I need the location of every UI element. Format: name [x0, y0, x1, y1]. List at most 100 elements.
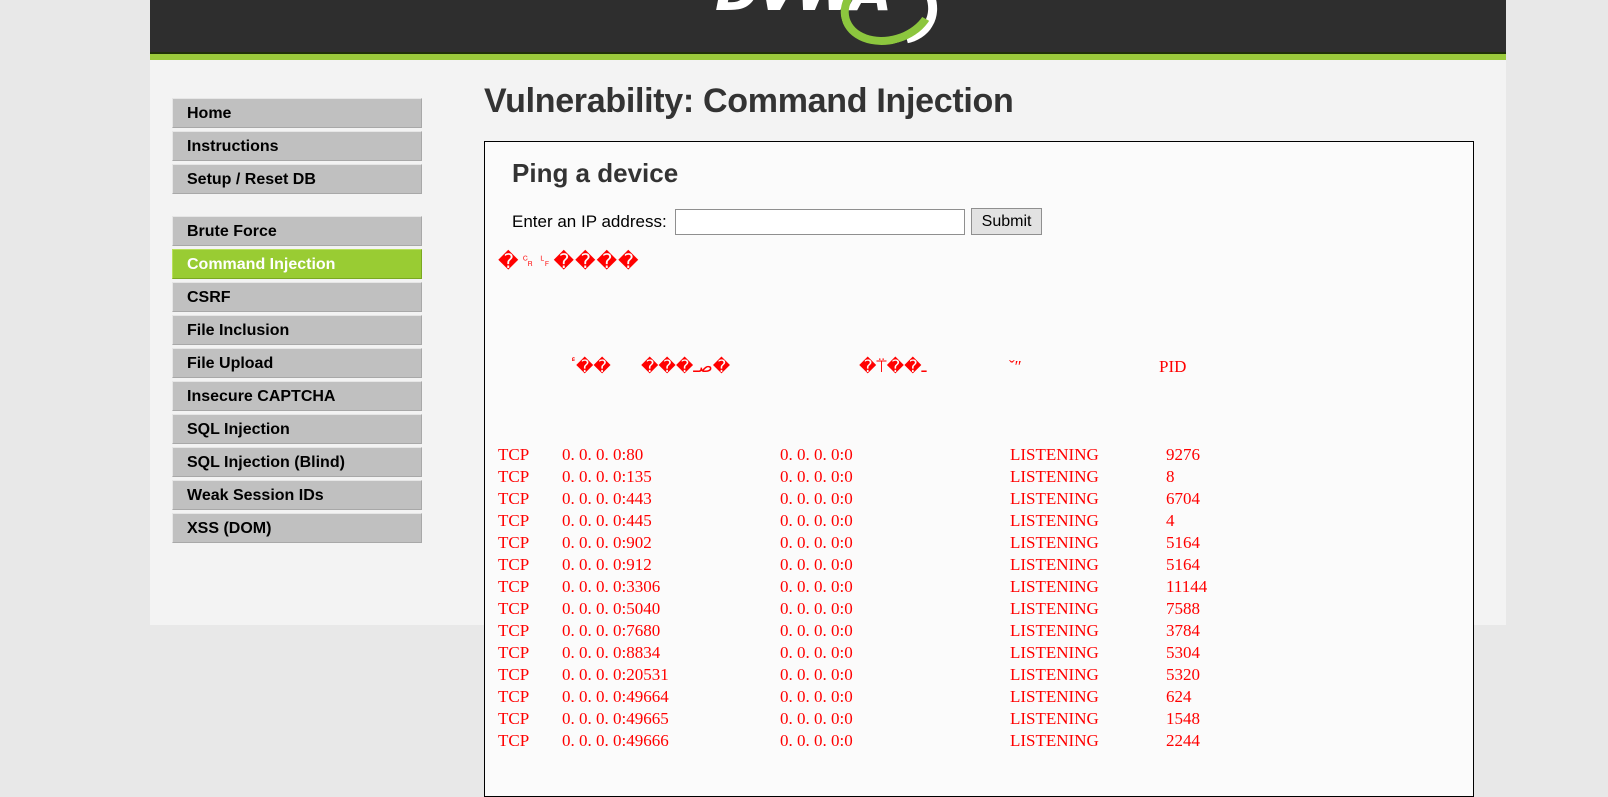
submit-button[interactable]: Submit: [970, 208, 1043, 235]
output-header-remote: �⍡��ـ: [859, 357, 927, 376]
output-cell-state: LISTENING: [1010, 467, 1099, 486]
output-cell-remote: 0. 0. 0. 0:0: [780, 599, 853, 618]
output-cell-pid: 6704: [1166, 489, 1200, 508]
header-green-rule: [150, 52, 1506, 60]
output-cell-proto: TCP: [498, 445, 530, 464]
output-cell-state: LISTENING: [1010, 643, 1099, 662]
output-header-row: ٴ�� ���صـ� �⍡��ـ ˇʺ PID: [498, 334, 1473, 400]
vulnerability-panel: Ping a device Enter an IP address: Submi…: [484, 141, 1474, 797]
sidebar-item-brute-force[interactable]: Brute Force: [172, 216, 422, 246]
output-row: TCP 0. 0. 0. 0:49665 0. 0. 0. 0:0 LISTENING…: [498, 708, 1473, 730]
output-cell-state: LISTENING: [1010, 533, 1099, 552]
output-cell-state: LISTENING: [1010, 511, 1099, 530]
sidebar-group-general: Home Instructions Setup / Reset DB: [172, 98, 422, 194]
output-cell-remote: 0. 0. 0. 0:0: [780, 533, 853, 552]
output-row: TCP 0. 0. 0. 0:49666 0. 0. 0. 0:0 LISTENING…: [498, 730, 1473, 752]
sidebar-item-weak-session-ids[interactable]: Weak Session IDs: [172, 480, 422, 510]
output-row: TCP 0. 0. 0. 0:3306 0. 0. 0. 0:0 LISTENING 1…: [498, 576, 1473, 598]
output-cell-pid: 3784: [1166, 621, 1200, 640]
sidebar-item-xss-dom[interactable]: XSS (DOM): [172, 513, 422, 543]
output-cell-state: LISTENING: [1010, 599, 1099, 618]
output-header-state: ˇʺ: [1009, 357, 1021, 376]
output-cell-proto: TCP: [498, 577, 530, 596]
output-row: TCP 0. 0. 0. 0:445 0. 0. 0. 0:0 LISTENING 4: [498, 510, 1473, 532]
sidebar-item-instructions[interactable]: Instructions: [172, 131, 422, 161]
output-cell-remote: 0. 0. 0. 0:0: [780, 643, 853, 662]
output-cell-local: 0. 0. 0. 0:7680: [562, 621, 661, 640]
output-row: TCP 0. 0. 0. 0:49664 0. 0. 0. 0:0 LISTENING…: [498, 686, 1473, 708]
output-cell-local: 0. 0. 0. 0:3306: [562, 577, 661, 596]
sidebar-group-vulnerabilities: Brute Force Command Injection CSRF File …: [172, 216, 422, 543]
output-cell-remote: 0. 0. 0. 0:0: [780, 709, 853, 728]
output-cell-remote: 0. 0. 0. 0:0: [780, 555, 853, 574]
output-row: TCP 0. 0. 0. 0:8834 0. 0. 0. 0:0 LISTENING 5…: [498, 642, 1473, 664]
sidebar-item-setup-reset-db[interactable]: Setup / Reset DB: [172, 164, 422, 194]
ip-address-label: Enter an IP address:: [512, 211, 667, 231]
output-cell-proto: TCP: [498, 687, 530, 706]
output-row: TCP 0. 0. 0. 0:80 0. 0. 0. 0:0 LISTENING 927…: [498, 444, 1473, 466]
output-cell-remote: 0. 0. 0. 0:0: [780, 577, 853, 596]
output-mojibake-line: �␍␊����: [498, 251, 640, 273]
output-cell-local: 0. 0. 0. 0:445: [562, 511, 652, 530]
output-row: TCP 0. 0. 0. 0:7680 0. 0. 0. 0:0 LISTENING 3…: [498, 620, 1473, 642]
output-header-local: ���صـ�: [641, 357, 731, 376]
output-cell-local: 0. 0. 0. 0:8834: [562, 643, 661, 662]
output-cell-remote: 0. 0. 0. 0:0: [780, 467, 853, 486]
output-row: TCP 0. 0. 0. 0:5040 0. 0. 0. 0:0 LISTENING 7…: [498, 598, 1473, 620]
dvwa-logo: DVWA: [715, 0, 953, 52]
output-cell-proto: TCP: [498, 511, 530, 530]
output-row: TCP 0. 0. 0. 0:902 0. 0. 0. 0:0 LISTENING 51…: [498, 532, 1473, 554]
output-cell-pid: 8: [1166, 467, 1175, 486]
sidebar-item-home[interactable]: Home: [172, 98, 422, 128]
output-cell-remote: 0. 0. 0. 0:0: [780, 621, 853, 640]
output-cell-proto: TCP: [498, 489, 530, 508]
output-cell-state: LISTENING: [1010, 687, 1099, 706]
output-cell-local: 0. 0. 0. 0:912: [562, 555, 652, 574]
output-row: TCP 0. 0. 0. 0:135 0. 0. 0. 0:0 LISTENING 8: [498, 466, 1473, 488]
output-cell-pid: 5164: [1166, 533, 1200, 552]
output-cell-local: 0. 0. 0. 0:135: [562, 467, 652, 486]
output-cell-proto: TCP: [498, 643, 530, 662]
output-cell-local: 0. 0. 0. 0:49664: [562, 687, 669, 706]
main-body: Home Instructions Setup / Reset DB Brute…: [150, 60, 1506, 797]
output-cell-proto: TCP: [498, 555, 530, 574]
sidebar-item-file-upload[interactable]: File Upload: [172, 348, 422, 378]
output-cell-remote: 0. 0. 0. 0:0: [780, 731, 853, 750]
output-cell-remote: 0. 0. 0. 0:0: [780, 511, 853, 530]
sidebar-item-command-injection[interactable]: Command Injection: [172, 249, 422, 279]
output-cell-pid: 5320: [1166, 665, 1200, 684]
output-cell-proto: TCP: [498, 709, 530, 728]
sidebar-nav: Home Instructions Setup / Reset DB Brute…: [172, 98, 422, 565]
ip-address-input[interactable]: [674, 208, 965, 235]
output-cell-pid: 2244: [1166, 731, 1200, 750]
output-cell-proto: TCP: [498, 665, 530, 684]
output-cell-pid: 7588: [1166, 599, 1200, 618]
sidebar-item-file-inclusion[interactable]: File Inclusion: [172, 315, 422, 345]
output-cell-pid: 1548: [1166, 709, 1200, 728]
sidebar-item-sql-injection-blind[interactable]: SQL Injection (Blind): [172, 447, 422, 477]
output-cell-proto: TCP: [498, 599, 530, 618]
output-cell-state: LISTENING: [1010, 555, 1099, 574]
sidebar-item-insecure-captcha[interactable]: Insecure CAPTCHA: [172, 381, 422, 411]
output-cell-pid: 4: [1166, 511, 1175, 530]
output-cell-remote: 0. 0. 0. 0:0: [780, 665, 853, 684]
output-cell-proto: TCP: [498, 467, 530, 486]
output-row: TCP 0. 0. 0. 0:20531 0. 0. 0. 0:0 LISTENING…: [498, 664, 1473, 686]
output-cell-state: LISTENING: [1010, 445, 1099, 464]
output-cell-pid: 624: [1166, 687, 1192, 706]
command-output: ٴ�� ���صـ� �⍡��ـ ˇʺ PID TCP 0. 0. 0. 0:80 0. 0…: [498, 290, 1473, 796]
page-container: DVWA Home Instructions Setup / Reset DB …: [150, 0, 1506, 797]
sidebar-item-sql-injection[interactable]: SQL Injection: [172, 414, 422, 444]
output-cell-state: LISTENING: [1010, 621, 1099, 640]
page-title: Vulnerability: Command Injection: [484, 82, 1014, 120]
output-row: TCP 0. 0. 0. 0:912 0. 0. 0. 0:0 LISTENING 51…: [498, 554, 1473, 576]
sidebar-item-csrf[interactable]: CSRF: [172, 282, 422, 312]
output-cell-local: 0. 0. 0. 0:5040: [562, 599, 661, 618]
output-cell-local: 0. 0. 0. 0:49665: [562, 709, 669, 728]
output-cell-state: LISTENING: [1010, 665, 1099, 684]
output-cell-local: 0. 0. 0. 0:443: [562, 489, 652, 508]
output-cell-pid: 5164: [1166, 555, 1200, 574]
output-cell-state: LISTENING: [1010, 489, 1099, 508]
output-cell-proto: TCP: [498, 533, 530, 552]
content-column: Vulnerability: Command Injection Ping a …: [484, 60, 1484, 797]
